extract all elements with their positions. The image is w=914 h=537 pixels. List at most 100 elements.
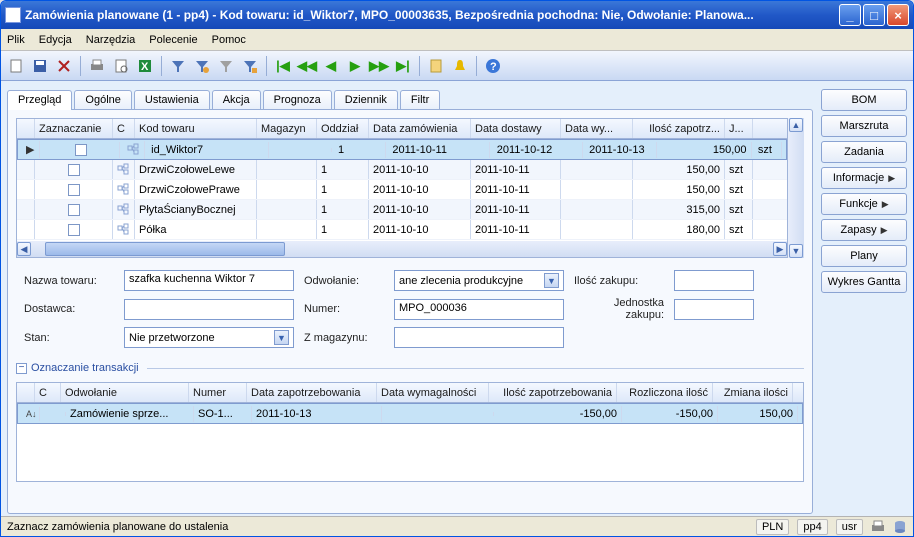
first-record-icon[interactable]: |◀ xyxy=(272,55,294,77)
side-button-plany[interactable]: Plany xyxy=(821,245,907,267)
scroll-up-icon[interactable]: ▲ xyxy=(789,118,803,132)
tab-ustawienia[interactable]: Ustawienia xyxy=(134,90,210,109)
dropdown-icon[interactable]: ▼ xyxy=(274,330,289,345)
grid-v-scrollbar[interactable]: ▲ ▼ xyxy=(788,118,804,258)
prev-record-icon[interactable]: ◀ xyxy=(320,55,342,77)
nazwa-towaru-field[interactable]: szafka kuchenna Wiktor 7 xyxy=(124,270,294,291)
side-button-funkcje[interactable]: Funkcje▶ xyxy=(821,193,907,215)
side-button-bom[interactable]: BOM xyxy=(821,89,907,111)
col2-zmiana-ilosci[interactable]: Zmiana ilości xyxy=(713,383,793,402)
grid-h-scrollbar[interactable]: ◀ ▶ xyxy=(17,241,787,257)
tab-ogolne[interactable]: Ogólne xyxy=(74,90,131,109)
dropdown-icon[interactable]: ▼ xyxy=(544,273,559,288)
select-checkbox[interactable] xyxy=(68,164,80,176)
next-record-icon[interactable]: ▶ xyxy=(344,55,366,77)
col2-numer[interactable]: Numer xyxy=(189,383,247,402)
new-icon[interactable] xyxy=(5,55,27,77)
order-row[interactable]: PłytaŚcianyBocznej12011-10-102011-10-113… xyxy=(17,200,787,220)
print-icon[interactable] xyxy=(86,55,108,77)
transaction-row[interactable]: A↓ Zamówienie sprze... SO-1... 2011-10-1… xyxy=(17,403,803,424)
print-preview-icon[interactable] xyxy=(110,55,132,77)
tab-dziennik[interactable]: Dziennik xyxy=(334,90,398,109)
section-oznaczanie-transakcji[interactable]: − Oznaczanie transakcji xyxy=(16,362,804,374)
tab-przeglad[interactable]: Przegląd xyxy=(7,90,72,110)
col-data-zamowienia[interactable]: Data zamówienia xyxy=(369,119,471,138)
z-magazynu-field[interactable] xyxy=(394,327,564,348)
filter-refresh-icon[interactable] xyxy=(191,55,213,77)
col-c[interactable]: C xyxy=(113,119,135,138)
menu-polecenie[interactable]: Polecenie xyxy=(149,34,197,46)
prev-page-icon[interactable]: ◀◀ xyxy=(296,55,318,77)
side-button-zadania[interactable]: Zadania xyxy=(821,141,907,163)
last-record-icon[interactable]: ▶| xyxy=(392,55,414,77)
order-row[interactable]: DrzwiCzołowePrawe12011-10-102011-10-1115… xyxy=(17,180,787,200)
col2-c[interactable]: C xyxy=(35,383,61,402)
col-oddzial[interactable]: Oddział xyxy=(317,119,369,138)
side-button-informacje[interactable]: Informacje▶ xyxy=(821,167,907,189)
col-kod-towaru[interactable]: Kod towaru xyxy=(135,119,257,138)
col-ilosc-zapotrz[interactable]: Ilość zapotrz... xyxy=(633,119,725,138)
col2-data-wymagalnosci[interactable]: Data wymagalności xyxy=(377,383,489,402)
col2-odwolanie[interactable]: Odwołanie xyxy=(61,383,189,402)
menu-narzedzia[interactable]: Narzędzia xyxy=(86,34,136,46)
window-title: Zamówienia planowane (1 - pp4) - Kod tow… xyxy=(25,8,837,22)
collapse-icon[interactable]: − xyxy=(16,363,27,374)
jednostka-zakupu-field[interactable] xyxy=(674,299,754,320)
col-data-dostawy[interactable]: Data dostawy xyxy=(471,119,561,138)
tab-akcja[interactable]: Akcja xyxy=(212,90,261,109)
numer-field[interactable]: MPO_000036 xyxy=(394,299,564,320)
col2-data-zapotrzebowania[interactable]: Data zapotrzebowania xyxy=(247,383,377,402)
alert-icon[interactable] xyxy=(449,55,471,77)
submenu-icon: ▶ xyxy=(881,225,888,236)
svg-text:X: X xyxy=(141,61,149,73)
col2-ilosc-zapotrzebowania[interactable]: Ilość zapotrzebowania xyxy=(489,383,617,402)
toolbar: X |◀ ◀◀ ◀ ▶ ▶▶ ▶| ? xyxy=(1,51,913,81)
close-button[interactable]: × xyxy=(887,4,909,26)
ilosc-zakupu-field[interactable] xyxy=(674,270,754,291)
tab-prognoza[interactable]: Prognoza xyxy=(263,90,332,109)
orders-grid[interactable]: Zaznaczanie C Kod towaru Magazyn Oddział… xyxy=(16,118,788,258)
minimize-button[interactable]: _ xyxy=(839,4,861,26)
filter-advanced-icon[interactable] xyxy=(239,55,261,77)
side-button-marszruta[interactable]: Marszruta xyxy=(821,115,907,137)
side-button-wykres-gantta[interactable]: Wykres Gantta xyxy=(821,271,907,293)
save-icon[interactable] xyxy=(29,55,51,77)
maximize-button[interactable]: □ xyxy=(863,4,885,26)
scroll-down-icon[interactable]: ▼ xyxy=(789,244,803,258)
col-jednostka[interactable]: J... xyxy=(725,119,753,138)
select-checkbox[interactable] xyxy=(68,184,80,196)
delete-icon[interactable] xyxy=(53,55,75,77)
document-icon[interactable] xyxy=(425,55,447,77)
side-button-zapasy[interactable]: Zapasy▶ xyxy=(821,219,907,241)
order-row[interactable]: Półka12011-10-102011-10-11180,00szt xyxy=(17,220,787,240)
col2-rozliczona-ilosc[interactable]: Rozliczona ilość xyxy=(617,383,713,402)
export-excel-icon[interactable]: X xyxy=(134,55,156,77)
scroll-right-icon[interactable]: ▶ xyxy=(773,242,787,256)
sort-icon: A↓ xyxy=(26,409,37,419)
col-magazyn[interactable]: Magazyn xyxy=(257,119,317,138)
select-checkbox[interactable] xyxy=(68,224,80,236)
select-checkbox[interactable] xyxy=(68,204,80,216)
odwolanie-select[interactable]: ane zlecenia produkcyjne▼ xyxy=(394,270,564,291)
col-data-wymagalnosci[interactable]: Data wy... xyxy=(561,119,633,138)
select-checkbox[interactable] xyxy=(75,144,87,156)
dostawca-field[interactable] xyxy=(124,299,294,320)
menu-pomoc[interactable]: Pomoc xyxy=(212,34,246,46)
nazwa-towaru-label: Nazwa towaru: xyxy=(24,275,114,287)
order-row[interactable]: ▶id_Wiktor712011-10-112011-10-122011-10-… xyxy=(17,139,787,160)
transactions-grid[interactable]: C Odwołanie Numer Data zapotrzebowania D… xyxy=(16,382,804,482)
col-zaznaczanie[interactable]: Zaznaczanie xyxy=(35,119,113,138)
next-page-icon[interactable]: ▶▶ xyxy=(368,55,390,77)
scroll-left-icon[interactable]: ◀ xyxy=(17,242,31,256)
stan-select[interactable]: Nie przetworzone▼ xyxy=(124,327,294,348)
numer-label: Numer: xyxy=(304,303,384,315)
filter-icon[interactable] xyxy=(167,55,189,77)
filter-clear-icon[interactable] xyxy=(215,55,237,77)
help-icon[interactable]: ? xyxy=(482,55,504,77)
menu-plik[interactable]: Plik xyxy=(7,34,25,46)
tab-filtr[interactable]: Filtr xyxy=(400,90,440,109)
menu-edycja[interactable]: Edycja xyxy=(39,34,72,46)
order-row[interactable]: DrzwiCzołoweLewe12011-10-102011-10-11150… xyxy=(17,160,787,180)
window-icon xyxy=(5,7,21,23)
scroll-thumb[interactable] xyxy=(45,242,285,256)
